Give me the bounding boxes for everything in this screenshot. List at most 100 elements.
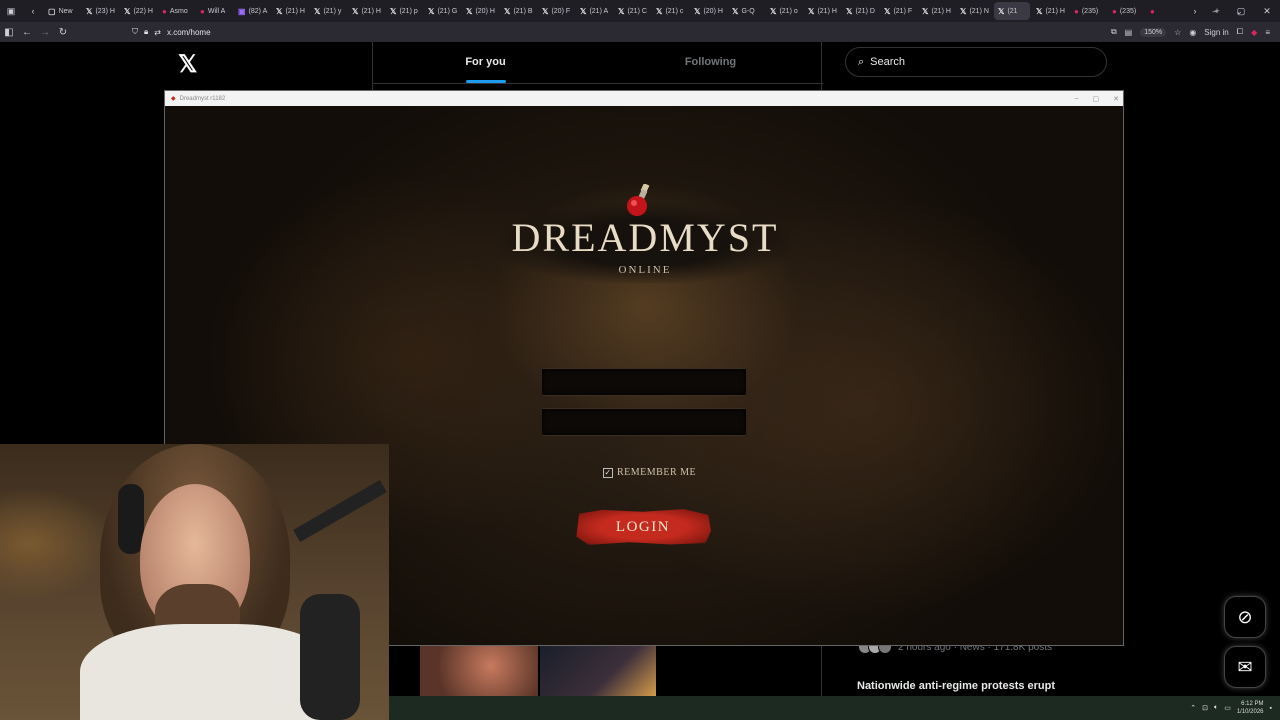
password-field[interactable] [542, 408, 746, 436]
search-input[interactable]: ⌕ Search [845, 47, 1107, 77]
clock-time: 6:12 PM [1241, 701, 1264, 707]
browser-tab[interactable]: 𝕏 (21) B [500, 2, 536, 20]
browser-tab[interactable]: ▣ (82) A [234, 2, 270, 20]
tab-favicon-icon: 𝕏 [314, 6, 321, 16]
browser-tab[interactable]: 𝕏 (21) o [766, 2, 802, 20]
url-bar[interactable]: ⛉ 🔒︎ ⇄ x.com/home [132, 27, 211, 37]
browser-tab[interactable]: 𝕏 (21) y [310, 2, 346, 20]
nav-right-controls: ⧉ ▤ 150% ☆ ◉ Sign in ⧠ ◆ ≡ [1111, 22, 1270, 42]
menu-icon[interactable]: ≡ [1265, 28, 1270, 37]
browser-tab[interactable]: 𝕏 (21) H [804, 2, 840, 20]
zoom-level[interactable]: 150% [1140, 27, 1167, 37]
browser-nav-bar: ◧ ← → ↻ ⛉ 🔒︎ ⇄ x.com/home ⧉ ▤ 150% ☆ ◉ S… [0, 22, 1280, 42]
tab-label: (21) p [399, 7, 418, 15]
tab-favicon-icon: 𝕏 [542, 6, 549, 16]
browser-tab[interactable]: 𝕏 (21) H [272, 2, 308, 20]
game-close-icon[interactable]: ✕ [1113, 95, 1119, 103]
browser-tab[interactable]: ● Will A [196, 2, 232, 20]
trend-title[interactable]: Nationwide anti-regime protests erupt [857, 680, 1055, 692]
back-icon[interactable]: ← [18, 27, 36, 38]
tab-label: (235) [1119, 7, 1137, 15]
remember-me-checkbox[interactable]: ✓ REMEMBER ME [603, 467, 696, 478]
reload-icon[interactable]: ↻ [54, 27, 72, 38]
browser-tab[interactable]: 𝕏 (21) p [386, 2, 422, 20]
browser-tab[interactable]: 𝕏 (23) H [82, 2, 118, 20]
game-logo-subtitle: ONLINE [618, 264, 672, 276]
browser-tab[interactable]: 𝕏 (21) A [576, 2, 612, 20]
login-button[interactable]: LOGIN [576, 509, 711, 545]
browser-tab[interactable]: 𝕏 (21) C [614, 2, 650, 20]
browser-tab[interactable]: 𝕏 (22) H [120, 2, 156, 20]
browser-tab[interactable]: 𝕏 (21) N [956, 2, 992, 20]
browser-tab[interactable]: 𝕏 (21) G [424, 2, 460, 20]
picture-in-picture-icon[interactable]: ⧉ [1111, 27, 1117, 37]
browser-tab[interactable]: 𝕏 (21) H [918, 2, 954, 20]
game-minimize-icon[interactable]: – [1075, 95, 1079, 102]
browser-tab[interactable]: 𝕏 (21) H [1032, 2, 1068, 20]
notifications-icon[interactable]: ▪ [1270, 705, 1272, 712]
browser-tab[interactable]: ● (235) [1108, 2, 1144, 20]
tab-favicon-icon: 𝕏 [466, 6, 473, 16]
bookmark-star-icon[interactable]: ☆ [1174, 28, 1181, 37]
browser-tab[interactable]: 𝕏 G-Q [728, 2, 764, 20]
tab-overview-icon[interactable]: ▣ [0, 6, 22, 17]
browser-tab[interactable]: 𝕏 (20) H [690, 2, 726, 20]
account-icon[interactable]: ◉ [1189, 28, 1196, 37]
extensions-icon[interactable]: ⧠ [1237, 27, 1243, 37]
browser-tab[interactable]: ● [1146, 2, 1182, 20]
checkbox-checked-icon[interactable]: ✓ [603, 467, 613, 478]
webcam-overlay [0, 444, 389, 720]
browser-tab[interactable]: 𝕏 (21) D [842, 2, 878, 20]
browser-tab[interactable]: 𝕏 (20) H [462, 2, 498, 20]
tab-label: (21) H [931, 7, 951, 15]
grok-icon[interactable]: ⊘ [1224, 596, 1266, 638]
tab-label: (21) C [627, 7, 647, 15]
maximize-icon[interactable]: ▢ [1228, 6, 1254, 17]
game-maximize-icon[interactable]: ▢ [1093, 95, 1100, 103]
close-icon[interactable]: ✕ [1254, 6, 1280, 17]
tab-favicon-icon: 𝕏 [998, 6, 1005, 16]
forward-icon[interactable]: → [36, 27, 54, 38]
browser-tab[interactable]: ▢ New [44, 2, 80, 20]
reader-view-icon[interactable]: ▤ [1125, 28, 1133, 37]
minimize-icon[interactable]: – [1202, 6, 1228, 16]
browser-tab[interactable]: 𝕏 (21) H [348, 2, 384, 20]
tab-favicon-icon: 𝕏 [808, 6, 815, 16]
browser-tab[interactable]: 𝕏 (21) F [880, 2, 916, 20]
battery-icon[interactable]: ▭ [1224, 704, 1231, 712]
browser-tab[interactable]: 𝕏 (21) c [652, 2, 688, 20]
tab-label: (21) B [513, 7, 533, 15]
x-logo-icon[interactable]: 𝕏 [178, 50, 197, 79]
volume-icon[interactable]: 🔈︎ [1214, 704, 1218, 712]
username-field[interactable] [542, 368, 746, 396]
browser-tab[interactable]: 𝕏 (21 [994, 2, 1030, 20]
tab-label: (21) H [361, 7, 381, 15]
network-icon[interactable]: ⊡ [1202, 704, 1208, 712]
game-window-titlebar[interactable]: ◆ Dreadmyst r1182 – ▢ ✕ [165, 91, 1123, 106]
ublock-icon[interactable]: ◆ [1251, 28, 1257, 37]
messages-icon[interactable]: ✉ [1224, 646, 1266, 688]
tab-label: (23) H [95, 7, 115, 15]
tray-chevron-icon[interactable]: ⌃ [1190, 704, 1196, 712]
clock[interactable]: 6:12 PM 1/10/2026 [1237, 700, 1264, 716]
tab-label: (21) D [855, 7, 875, 15]
browser-tab[interactable]: ● Asmo [158, 2, 194, 20]
tab-scroll-left-icon[interactable]: ‹ [22, 6, 44, 16]
tab-label: (21) c [665, 7, 684, 15]
post-media-thumbnail[interactable] [420, 646, 538, 696]
tab-label: New [58, 7, 73, 15]
tab-favicon-icon: 𝕏 [352, 6, 359, 16]
tab-favicon-icon: 𝕏 [656, 6, 663, 16]
tab-for-you[interactable]: For you [373, 42, 598, 83]
post-media-thumbnail[interactable] [540, 646, 656, 696]
url-text[interactable]: x.com/home [167, 28, 211, 37]
tab-following[interactable]: Following [598, 42, 823, 83]
browser-tab[interactable]: ● (235) [1070, 2, 1106, 20]
browser-tab[interactable]: 𝕏 (20) F [538, 2, 574, 20]
tab-label: (21) N [969, 7, 989, 15]
sign-in-button[interactable]: Sign in [1204, 28, 1228, 37]
search-placeholder: Search [870, 56, 906, 68]
sidebar-toggle-icon[interactable]: ◧ [0, 27, 18, 38]
tab-label: (235) [1081, 7, 1099, 15]
tab-favicon-icon: 𝕏 [732, 6, 739, 16]
